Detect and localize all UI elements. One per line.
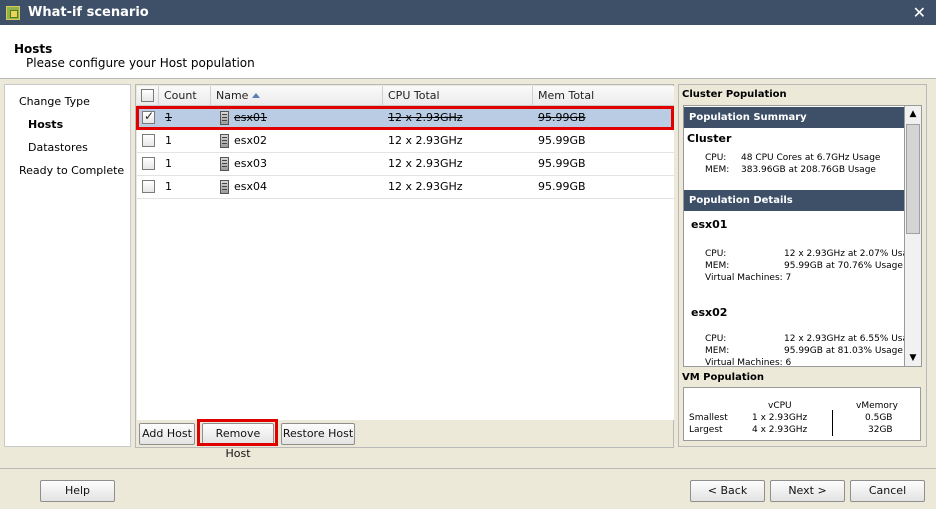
title-bar: What-if scenario ✕ (0, 0, 936, 25)
column-name-label: Name (216, 89, 249, 102)
host-detail-mem-label: MEM: (705, 261, 730, 271)
host-detail-cpu: 12 x 2.93GHz at 6.55% Usa (784, 334, 905, 344)
row-name: esx03 (234, 157, 268, 170)
page-title: Hosts (14, 42, 53, 56)
row-cpu: 12 x 2.93GHz (388, 157, 463, 170)
vm-row-label: Largest (689, 425, 723, 435)
vm-column-divider (832, 410, 833, 436)
population-summary-box: Population Summary Cluster CPU: 48 CPU C… (683, 105, 905, 367)
cluster-mem-label: MEM: (705, 165, 730, 175)
row-name: esx04 (234, 180, 268, 193)
select-all-header[interactable] (137, 86, 159, 106)
population-summary-header: Population Summary (684, 107, 904, 128)
back-button[interactable]: < Back (690, 480, 765, 502)
step-datastores[interactable]: Datastores (28, 141, 88, 154)
row-mem: 95.99GB (538, 134, 586, 147)
cluster-cpu-value: 48 CPU Cores at 6.7GHz Usage (741, 153, 881, 163)
window-title: What-if scenario (28, 5, 149, 20)
column-cpu-total[interactable]: CPU Total (383, 86, 533, 106)
host-detail-vms: Virtual Machines: 6 (705, 358, 792, 367)
column-name[interactable]: Name (211, 86, 383, 106)
remove-host-highlight (197, 419, 278, 446)
table-row[interactable]: 1 esx02 12 x 2.93GHz 95.99GB (137, 130, 674, 153)
help-button[interactable]: Help (40, 480, 115, 502)
population-details-header: Population Details (684, 190, 904, 211)
restore-host-button[interactable]: Restore Host (281, 423, 355, 445)
add-host-button[interactable]: Add Host (139, 423, 195, 445)
column-count[interactable]: Count (159, 86, 211, 106)
table-header: Count Name CPU Total Mem Total (137, 86, 674, 106)
close-icon[interactable]: ✕ (913, 3, 926, 22)
cluster-label: Cluster (687, 132, 732, 145)
step-ready-to-complete[interactable]: Ready to Complete (19, 164, 124, 177)
vm-col-vcpu: vCPU (768, 401, 792, 411)
vm-row-vmem: 32GB (868, 425, 893, 435)
table-row[interactable]: 1 esx03 12 x 2.93GHz 95.99GB (137, 153, 674, 176)
step-hosts[interactable]: Hosts (28, 118, 63, 131)
row-cpu: 12 x 2.93GHz (388, 180, 463, 193)
summary-scrollbar[interactable]: ▲ ▼ (905, 105, 922, 367)
selected-row-highlight (136, 106, 674, 130)
row-mem: 95.99GB (538, 157, 586, 170)
column-mem-total[interactable]: Mem Total (533, 86, 674, 106)
vm-row-vmem: 0.5GB (865, 413, 893, 423)
host-detail-vms: Virtual Machines: 7 (705, 273, 792, 283)
host-detail-mem-label: MEM: (705, 346, 730, 356)
row-checkbox[interactable] (142, 134, 155, 147)
vm-population-title: VM Population (682, 372, 765, 383)
vm-row-vcpu: 4 x 2.93GHz (752, 425, 808, 435)
row-count: 1 (165, 157, 172, 170)
cluster-population-title: Cluster Population (682, 89, 787, 100)
app-icon (6, 5, 20, 20)
vm-col-vmemory: vMemory (856, 401, 898, 411)
host-detail-mem: 95.99GB at 70.76% Usage (784, 261, 903, 271)
row-cpu: 12 x 2.93GHz (388, 134, 463, 147)
vm-row-label: Smallest (689, 413, 728, 423)
table-row[interactable]: 1 esx04 12 x 2.93GHz 95.99GB (137, 176, 674, 199)
host-detail-cpu: 12 x 2.93GHz at 2.07% Usa (784, 249, 905, 259)
cluster-cpu-label: CPU: (705, 153, 727, 163)
row-name: esx02 (234, 134, 268, 147)
wizard-header: Hosts Please configure your Host populat… (0, 25, 936, 79)
host-detail-cpu-label: CPU: (705, 334, 727, 344)
select-all-checkbox[interactable] (141, 89, 154, 102)
vm-population-box: vCPU vMemory Smallest 1 x 2.93GHz 0.5GB … (683, 387, 921, 441)
host-server-icon (220, 180, 229, 194)
host-detail-mem: 95.99GB at 81.03% Usage (784, 346, 903, 356)
step-change-type[interactable]: Change Type (19, 95, 90, 108)
host-server-icon (220, 134, 229, 148)
row-checkbox[interactable] (142, 157, 155, 170)
row-checkbox[interactable] (142, 180, 155, 193)
host-table: Count Name CPU Total Mem Total 1 esx01 1… (137, 86, 674, 420)
row-count: 1 (165, 180, 172, 193)
host-server-icon (220, 157, 229, 171)
cluster-population-panel: Cluster Population Population Summary Cl… (678, 84, 927, 447)
scroll-up-icon[interactable]: ▲ (905, 106, 921, 122)
next-button[interactable]: Next > (770, 480, 845, 502)
wizard-footer: Help < Back Next > Cancel (0, 468, 936, 509)
cancel-button[interactable]: Cancel (850, 480, 925, 502)
vm-row-vcpu: 1 x 2.93GHz (752, 413, 808, 423)
row-count: 1 (165, 134, 172, 147)
page-subtitle: Please configure your Host population (26, 56, 255, 70)
cluster-mem-value: 383.96GB at 208.76GB Usage (741, 165, 876, 175)
wizard-steps: Change Type Hosts Datastores Ready to Co… (4, 84, 131, 447)
scroll-thumb[interactable] (906, 124, 920, 234)
row-mem: 95.99GB (538, 180, 586, 193)
host-panel: Count Name CPU Total Mem Total 1 esx01 1… (135, 84, 674, 460)
host-detail-cpu-label: CPU: (705, 249, 727, 259)
scroll-down-icon[interactable]: ▼ (905, 350, 921, 366)
host-detail-name: esx01 (691, 218, 728, 231)
host-detail-name: esx02 (691, 306, 728, 319)
sort-ascending-icon (252, 93, 261, 98)
